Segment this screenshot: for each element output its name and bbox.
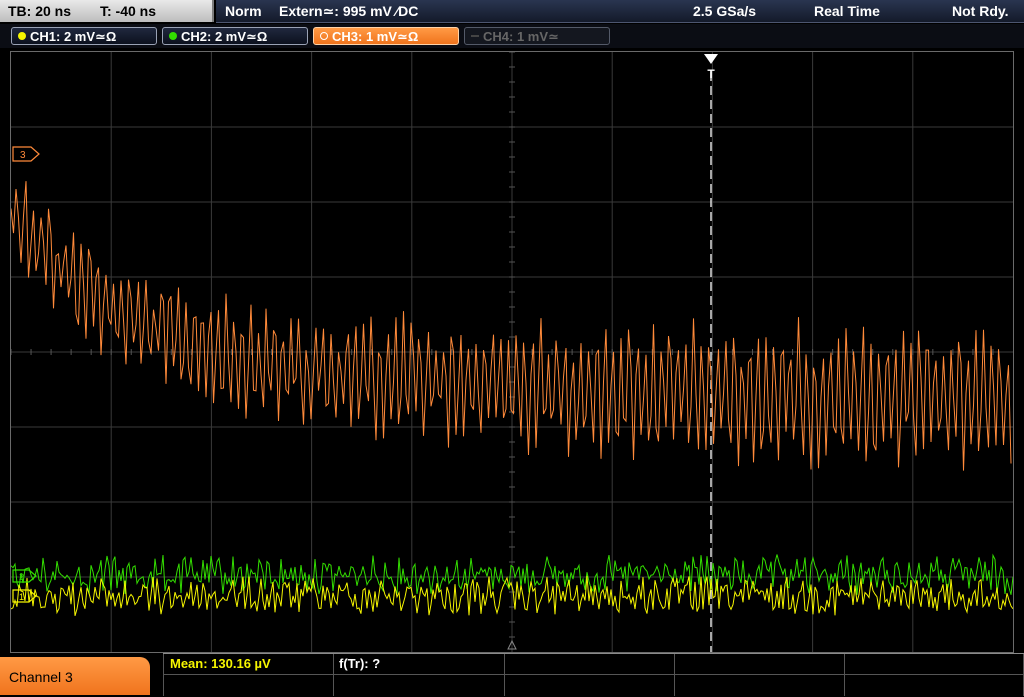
ch1-label: CH1: 2 mV≃Ω	[30, 29, 117, 44]
ftr-measurement[interactable]: f(Tr): ?	[339, 655, 380, 673]
timebase-value: TB: 20 ns	[8, 3, 72, 19]
trigger-panel[interactable]: Norm Extern≃: 995 mV ∕DC 2.5 GSa/s Real …	[216, 0, 1024, 23]
acq-state: Not Rdy.	[952, 3, 1009, 19]
ch3-level-marker[interactable]: 3	[12, 146, 40, 162]
trigger-source: Extern≃: 995 mV ∕DC	[279, 3, 419, 19]
tab-ch1[interactable]: CH1: 2 mV≃Ω	[11, 27, 157, 45]
status-bar: TB: 20 ns T: -40 ns Norm Extern≃: 995 mV…	[0, 0, 1024, 24]
trigger-marker-label: T	[707, 67, 715, 81]
ch3-ring-icon	[320, 32, 328, 40]
tab-ch4[interactable]: CH4: 1 mV≃	[464, 27, 610, 45]
timebase-panel[interactable]: TB: 20 ns T: -40 ns	[0, 0, 214, 22]
ch2-dot-icon	[169, 32, 177, 40]
ch2-label: CH2: 2 mV≃Ω	[181, 29, 268, 44]
ch2-marker-label: 2	[19, 572, 24, 582]
ch1-marker-label: 1	[19, 592, 24, 602]
channel-label[interactable]: Channel 3	[0, 657, 150, 695]
waveform-display[interactable]: T 3 2 1	[10, 51, 1014, 653]
ch4-off-icon	[471, 35, 479, 37]
measurement-table: Mean: 130.16 µV f(Tr): ?	[163, 653, 1024, 696]
channel-tabs: CH1: 2 mV≃Ω CH2: 2 mV≃Ω CH3: 1 mV≃Ω CH4:…	[0, 24, 1024, 48]
trigger-marker-icon[interactable]	[704, 54, 718, 64]
waveform-canvas: T 3 2 1	[11, 52, 1013, 652]
sample-rate: 2.5 GSa/s	[693, 3, 757, 19]
ch3-label: CH3: 1 mV≃Ω	[332, 29, 419, 44]
mean-measurement[interactable]: Mean: 130.16 µV	[170, 655, 271, 673]
acq-mode: Norm	[225, 3, 262, 19]
tab-ch2[interactable]: CH2: 2 mV≃Ω	[162, 27, 308, 45]
ch4-label: CH4: 1 mV≃	[483, 29, 559, 44]
ch1-dot-icon	[18, 32, 26, 40]
bottom-bar: Channel 3 Mean: 130.16 µV f(Tr): ?	[0, 653, 1024, 696]
trigger-time-value: T: -40 ns	[100, 3, 157, 19]
acq-type: Real Time	[814, 3, 880, 19]
ch3-marker-label: 3	[20, 150, 26, 161]
tab-ch3[interactable]: CH3: 1 mV≃Ω	[313, 27, 459, 45]
